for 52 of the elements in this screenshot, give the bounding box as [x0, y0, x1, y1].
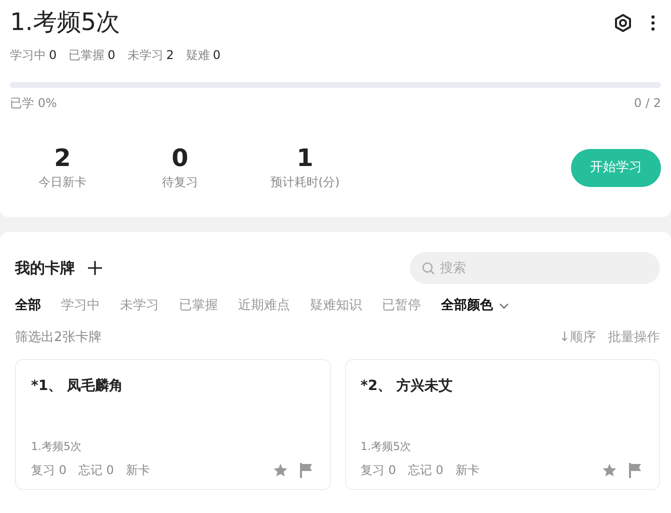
star-icon[interactable] [272, 463, 288, 477]
card-title: *2、 方兴未艾 [360, 376, 454, 396]
search-field[interactable]: 搜索 [410, 252, 660, 284]
filter-tab[interactable]: 已掌握 [179, 296, 218, 316]
forget-count: 忘记 0 [408, 462, 444, 479]
color-filter-dropdown[interactable]: 全部颜色 [441, 296, 509, 316]
count-value: 0 [212, 46, 221, 64]
card-deck: 1.考频5次 [360, 438, 412, 454]
count-value: 0 [108, 46, 116, 64]
count-value: 0 [49, 46, 57, 64]
star-icon[interactable] [602, 463, 617, 477]
batch-button[interactable]: 批量操作 [608, 328, 660, 347]
review-count: 复习 0 [360, 462, 396, 479]
flag-icon[interactable] [300, 462, 312, 478]
filter-tab[interactable]: 近期难点 [238, 296, 290, 316]
count-value: 2 [166, 46, 174, 64]
count-label: 已掌握 [68, 46, 105, 64]
sort-button[interactable]: ↓顺序 [559, 328, 596, 347]
summary-label: 今日新卡 [38, 174, 86, 191]
count-label: 疑难 [186, 46, 210, 64]
search-icon [422, 262, 435, 275]
card-status: 新卡 [455, 462, 480, 479]
filter-tab[interactable]: 疑难知识 [310, 296, 362, 316]
caret-icon [499, 302, 509, 309]
start-button[interactable]: 开始学习 [571, 149, 661, 188]
summary-label: 预计耗时(分) [270, 174, 340, 191]
deck-title: 1.考频5次 [10, 7, 120, 38]
summary-value: 0 [172, 146, 188, 170]
review-count: 复习 0 [31, 462, 66, 479]
forget-count: 忘记 0 [78, 462, 114, 479]
card-deck: 1.考频5次 [31, 438, 82, 454]
add-icon[interactable] [87, 260, 103, 276]
flag-icon[interactable] [629, 462, 642, 478]
filter-tab[interactable]: 已暂停 [382, 296, 421, 316]
summary-value: 1 [296, 146, 314, 170]
filter-tab[interactable]: 学习中 [61, 296, 100, 316]
progress-label: 已学 0% [10, 94, 57, 112]
filter-tab[interactable]: 未学习 [120, 296, 159, 316]
section-title: 我的卡牌 [15, 258, 75, 279]
summary-value: 2 [54, 146, 71, 170]
card-title: *1、 凤毛麟角 [31, 376, 124, 396]
card[interactable]: *1、 凤毛麟角 1.考频5次 复习 0 忘记 0 新卡 [15, 359, 330, 490]
count-label: 未学习 [127, 46, 164, 64]
filter-tab[interactable]: 全部 [15, 296, 41, 316]
summary-label: 待复习 [162, 174, 198, 191]
card-status: 新卡 [126, 462, 150, 479]
progress-ratio: 0 / 2 [634, 94, 661, 112]
more-icon[interactable] [651, 14, 655, 31]
count-label: 学习中 [10, 46, 46, 64]
result-count: 筛选出2张卡牌 [15, 328, 102, 346]
settings-icon[interactable] [613, 12, 633, 33]
card[interactable]: *2、 方兴未艾 1.考频5次 复习 0 忘记 0 新卡 [344, 359, 660, 490]
